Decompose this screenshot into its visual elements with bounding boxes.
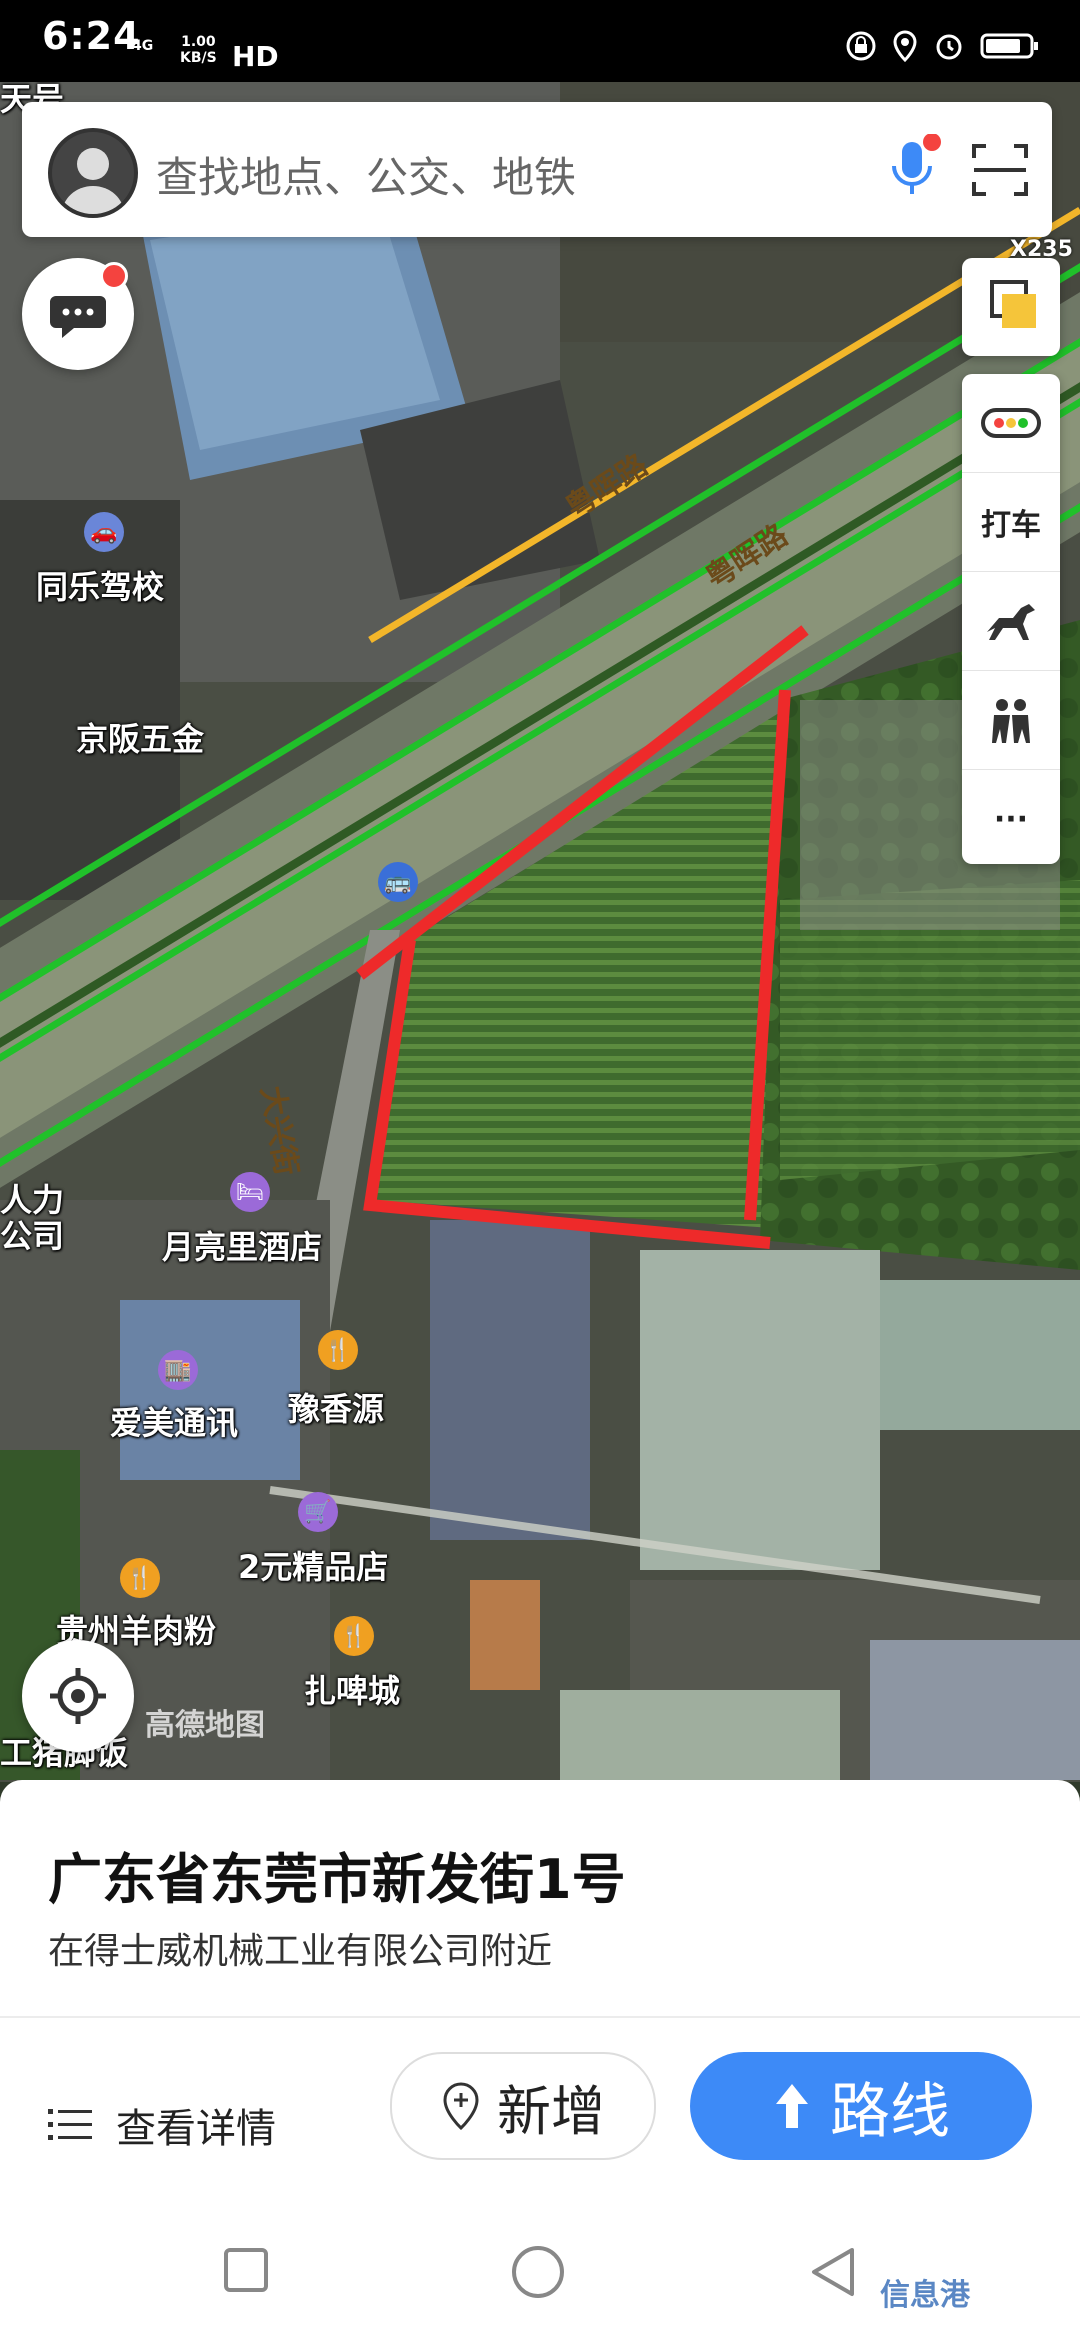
lock-icon xyxy=(846,31,876,61)
speed-unit: KB/S xyxy=(180,50,217,66)
layers-icon xyxy=(990,280,1036,328)
avatar[interactable] xyxy=(48,128,138,218)
poi-yueliangli[interactable]: 月亮里酒店 xyxy=(162,1222,322,1268)
route-arrow-icon xyxy=(776,2084,808,2128)
add-location-icon xyxy=(443,2082,479,2131)
people-icon xyxy=(992,699,1030,743)
add-button[interactable]: 新增 xyxy=(390,2052,656,2160)
message-button[interactable] xyxy=(22,258,134,370)
horse-icon xyxy=(987,604,1035,640)
alarm-icon xyxy=(936,34,962,60)
taxi-label: 打车 xyxy=(981,508,1041,543)
hd-badge: HD xyxy=(232,40,279,73)
cart-icon[interactable]: 🛒 xyxy=(298,1492,338,1532)
route-button[interactable]: 路线 xyxy=(690,2052,1032,2160)
scan-icon[interactable] xyxy=(970,140,1030,200)
horse-button[interactable] xyxy=(962,572,1060,671)
speed-value: 1.00 xyxy=(181,34,216,50)
user-icon xyxy=(62,148,124,214)
location-icon xyxy=(893,30,917,62)
network-type: 4G xyxy=(132,38,154,54)
more-label: ··· xyxy=(993,801,1029,837)
status-bar: 6:24 4G 1.00 KB/S HD xyxy=(0,0,1080,82)
taxi-button[interactable]: 打车 xyxy=(962,473,1060,572)
battery-icon xyxy=(980,33,1038,59)
place-nearby: 在得士威机械工业有限公司附近 xyxy=(48,1931,553,1972)
traffic-light-icon xyxy=(981,408,1041,438)
poi-jingban[interactable]: 京阪五金 xyxy=(76,714,204,760)
layer-button[interactable] xyxy=(962,258,1060,356)
poi-2yuan[interactable]: 2元精品店 xyxy=(238,1542,388,1588)
poi-yuxiangyuan[interactable]: 豫香源 xyxy=(288,1384,384,1430)
view-details-label: 查看详情 xyxy=(116,2106,276,2152)
list-icon xyxy=(48,2109,92,2140)
site-watermark: 信息港 xyxy=(880,2278,970,2313)
traffic-button[interactable] xyxy=(962,374,1060,473)
bed-icon[interactable]: 🛏 xyxy=(230,1172,270,1212)
add-label: 新增 xyxy=(497,2079,605,2143)
place-address: 广东省东莞市新发街1号 xyxy=(48,1848,626,1911)
back-icon[interactable] xyxy=(806,2244,862,2300)
status-time: 6:24 xyxy=(42,14,141,58)
car-icon[interactable]: 🚗 xyxy=(84,512,124,552)
poi-aimei[interactable]: 爱美通讯 xyxy=(110,1398,238,1444)
poi-renli[interactable]: 人力 公司 xyxy=(0,1182,64,1254)
more-button[interactable]: ··· xyxy=(962,770,1060,868)
search-bar[interactable]: 查找地点、公交、地铁 xyxy=(22,102,1052,237)
recent-apps-icon[interactable] xyxy=(222,2246,270,2294)
satellite-map[interactable] xyxy=(0,82,1080,1782)
shop-icon[interactable]: 🏬 xyxy=(158,1350,198,1390)
view-details-button[interactable]: 查看详情 xyxy=(48,2080,276,2170)
status-icons xyxy=(846,30,1040,62)
restaurant-icon[interactable]: 🍴 xyxy=(120,1558,160,1598)
microphone-icon[interactable] xyxy=(882,134,942,204)
map-tools-panel: 打车 ··· xyxy=(962,374,1060,864)
route-label: 路线 xyxy=(830,2076,950,2147)
crosshair-icon xyxy=(50,1668,106,1724)
bus-stop-icon[interactable]: 🚌 xyxy=(378,862,418,902)
divider xyxy=(0,2016,1080,2018)
poi-zhapi[interactable]: 扎啤城 xyxy=(304,1666,400,1712)
amap-logo: 高德地图 xyxy=(145,1708,265,1743)
walk-button[interactable] xyxy=(962,671,1060,770)
notification-dot xyxy=(100,262,128,290)
locate-button[interactable] xyxy=(22,1640,134,1752)
search-input[interactable]: 查找地点、公交、地铁 xyxy=(156,144,576,205)
restaurant-icon[interactable]: 🍴 xyxy=(334,1616,374,1656)
network-speed: 1.00 KB/S xyxy=(180,34,217,66)
map-view[interactable]: 天号 粤晖路 粤晖路 大兴街 🚗 同乐驾校 京阪五金 🚌 人力 公司 🛏 月亮里… xyxy=(0,82,1080,1782)
restaurant-icon[interactable]: 🍴 xyxy=(318,1330,358,1370)
home-icon[interactable] xyxy=(510,2244,566,2300)
poi-tongle[interactable]: 同乐驾校 xyxy=(36,562,164,608)
